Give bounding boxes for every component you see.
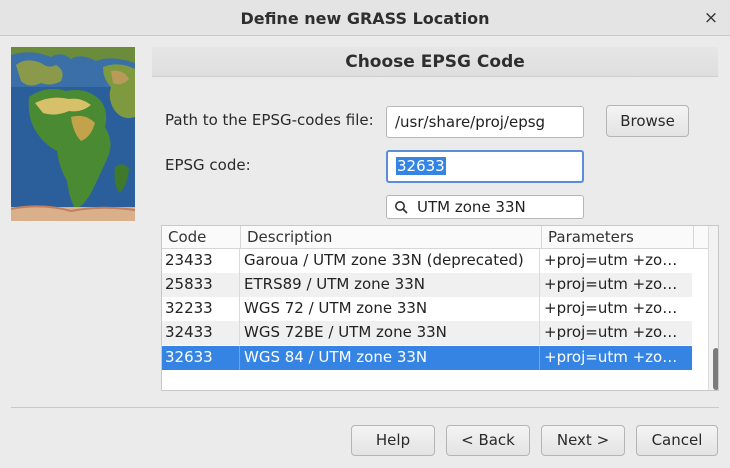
table-row[interactable]: 25833 ETRS89 / UTM zone 33N +proj=utm +z… [162,273,692,297]
row-parameters: +proj=utm +zo… [544,299,678,317]
world-map-image [11,47,135,221]
row-code: 23433 [162,249,240,273]
help-button[interactable]: Help [351,425,435,456]
search-icon [395,201,408,214]
table-row[interactable]: 32233 WGS 72 / UTM zone 33N +proj=utm +z… [162,297,692,321]
table-row[interactable]: 32433 WGS 72BE / UTM zone 33N +proj=utm … [162,321,692,345]
table-row[interactable]: 23433 Garoua / UTM zone 33N (deprecated)… [162,249,692,273]
epsg-table: Code Description Parameters 23433 Garoua… [161,225,719,391]
cancel-button[interactable]: Cancel [636,425,718,456]
epsg-code-label: EPSG code: [165,156,251,174]
search-field[interactable]: UTM zone 33N [386,195,584,219]
location-wizard-window: Define new GRASS Location × Choose EPSG … [0,0,730,468]
row-code: 32433 [162,321,240,345]
row-parameters: +proj=utm +zo… [544,323,678,341]
row-code: 25833 [162,273,240,297]
row-description: ETRS89 / UTM zone 33N [240,273,540,297]
page-heading-bar: Choose EPSG Code [152,47,718,77]
scrollbar-thumb[interactable] [713,348,718,390]
row-parameters: +proj=utm +zo… [544,275,678,293]
row-description: WGS 84 / UTM zone 33N [240,346,540,370]
close-icon[interactable]: × [700,7,722,29]
epsg-path-input[interactable]: /usr/share/proj/epsg [386,106,584,138]
epsg-code-input[interactable]: 32633 [386,150,584,183]
row-parameters: +proj=utm +zo… [544,251,678,269]
column-header-description[interactable]: Description [241,226,542,249]
back-button[interactable]: < Back [446,425,530,456]
table-header: Code Description Parameters [162,226,708,249]
search-input-text: UTM zone 33N [417,198,526,216]
browse-button[interactable]: Browse [606,105,689,137]
title-bar: Define new GRASS Location × [0,0,730,36]
row-parameters: +proj=utm +zo… [544,348,678,366]
column-header-parameters[interactable]: Parameters [542,226,694,249]
row-description: Garoua / UTM zone 33N (deprecated) [240,249,540,273]
epsg-code-selected-text: 32633 [396,157,446,175]
path-label: Path to the EPSG-codes file: [165,111,374,129]
table-row-selected[interactable]: 32633 WGS 84 / UTM zone 33N +proj=utm +z… [162,346,692,370]
world-map-graphic [11,47,135,221]
next-button[interactable]: Next > [541,425,625,456]
row-code: 32633 [162,346,240,370]
row-description: WGS 72 / UTM zone 33N [240,297,540,321]
page-title: Choose EPSG Code [345,52,525,72]
row-description: WGS 72BE / UTM zone 33N [240,321,540,345]
row-code: 32233 [162,297,240,321]
column-header-code[interactable]: Code [162,226,241,249]
window-title: Define new GRASS Location [240,9,490,28]
footer-separator [11,407,719,408]
